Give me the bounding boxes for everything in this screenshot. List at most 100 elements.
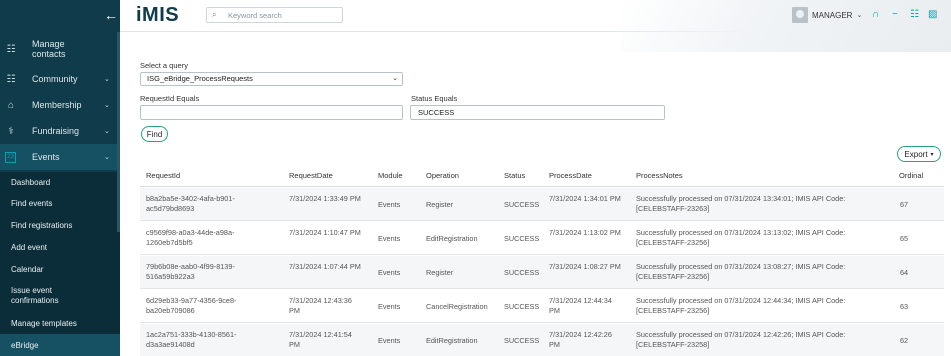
cell-status: SUCCESS xyxy=(504,234,540,243)
minus-icon[interactable]: − xyxy=(892,9,898,20)
main-content: Select a query ISG_eBridge_ProcessReques… xyxy=(120,32,951,356)
column-header[interactable]: Status xyxy=(504,171,525,180)
cell-request-id: 1ac2a751-333b-4130-8561-d3a3ae91408d xyxy=(146,330,237,349)
sidebar-item-label: Events xyxy=(32,152,60,162)
column-header[interactable]: RequestId xyxy=(146,171,180,180)
sidebar-item-manage-contacts[interactable]: ☷ Manage contacts xyxy=(0,32,120,66)
sidebar-item-label: Membership xyxy=(32,100,82,110)
cell-module: Events xyxy=(378,234,401,243)
sidebar-subitem-dashboard[interactable]: Dashboard xyxy=(0,172,120,192)
cell-request-id: 6d29eb33-9a77-4356-9ce8-ba20eb709086 xyxy=(146,296,237,315)
column-header[interactable]: RequestDate xyxy=(289,171,333,180)
column-header[interactable]: Module xyxy=(378,171,403,180)
sidebar-subitem-manage-templates[interactable]: Manage templates xyxy=(0,313,120,333)
sidebar-item-community[interactable]: ☷ Community ⌄ xyxy=(0,66,120,92)
request-id-input[interactable] xyxy=(140,105,403,120)
cell-process-notes: Successfully processed on 07/31/2024 13:… xyxy=(636,262,846,281)
chevron-down-icon: ⌄ xyxy=(104,128,110,135)
sidebar-item-fundraising[interactable]: ⚕ Fundraising ⌄ xyxy=(0,118,120,144)
sidebar-item-membership[interactable]: ⌂ Membership ⌄ xyxy=(0,92,120,118)
cell-request-date: 7/31/2024 1:10:47 PM xyxy=(289,228,361,237)
cell-process-notes: Successfully processed on 07/31/2024 12:… xyxy=(636,330,846,349)
cell-process-notes: Successfully processed on 07/31/2024 13:… xyxy=(636,194,846,213)
sidebar-subitem-add-event[interactable]: Add event xyxy=(0,236,120,258)
membership-icon: ⌂ xyxy=(7,99,15,111)
cart-icon[interactable]: ☷ xyxy=(910,9,919,20)
cell-process-date: 7/31/2024 12:44:34 PM xyxy=(549,296,612,315)
cell-process-date: 7/31/2024 1:34:01 PM xyxy=(549,194,621,203)
cell-module: Events xyxy=(378,302,401,311)
table-row[interactable]: b8a2ba5e-3402-4afa-b901-ac5d79bd8693 7/3… xyxy=(140,188,944,221)
table-row[interactable]: c9569f98-a0a3-44de-a98a-1260eb7d5bf5 7/3… xyxy=(140,222,944,255)
cell-status: SUCCESS xyxy=(504,336,540,345)
sidebar-subitem-issue-confirmations[interactable]: Issue event confirmations xyxy=(0,281,100,311)
sidebar-item-events[interactable]: 23 Events ⌄ xyxy=(0,144,120,170)
cell-request-id: c9569f98-a0a3-44de-a98a-1260eb7d5bf5 xyxy=(146,228,235,247)
table-row[interactable]: 6d29eb33-9a77-4356-9ce8-ba20eb709086 7/3… xyxy=(140,290,944,323)
sidebar: ← ☷ Manage contacts ☷ Community ⌄ ⌂ Memb… xyxy=(0,0,120,356)
export-label: Export xyxy=(904,149,928,159)
imis-logo[interactable]: iMIS xyxy=(136,4,179,27)
table-header-row: RequestId RequestDate Module Operation S… xyxy=(140,165,944,187)
chart-icon[interactable]: ▨ xyxy=(928,9,937,20)
find-button[interactable]: Find xyxy=(141,126,168,142)
status-select-value: SUCCESS xyxy=(418,108,455,117)
cell-request-id: b8a2ba5e-3402-4afa-b901-ac5d79bd8693 xyxy=(146,194,235,213)
cell-ordinal: 63 xyxy=(900,302,909,311)
cell-request-date: 7/31/2024 12:41:54 PM xyxy=(289,330,352,349)
cell-process-notes: Successfully processed on 07/31/2024 12:… xyxy=(636,296,846,315)
user-menu[interactable]: MANAGER ⌄ xyxy=(792,7,862,23)
column-header[interactable]: Ordinal xyxy=(899,171,923,180)
headset-icon[interactable]: ∩ xyxy=(872,9,879,20)
cell-ordinal: 64 xyxy=(900,268,909,277)
cell-process-date: 7/31/2024 1:08:27 PM xyxy=(549,262,621,271)
sidebar-subitem-find-events[interactable]: Find events xyxy=(0,192,120,214)
user-name: MANAGER xyxy=(812,10,853,20)
export-button[interactable]: Export ▾ xyxy=(897,146,941,162)
cell-process-date: 7/31/2024 1:13:02 PM xyxy=(549,228,621,237)
community-icon: ☷ xyxy=(6,73,16,85)
calendar-icon: 23 xyxy=(5,151,16,163)
cell-ordinal: 67 xyxy=(900,200,909,209)
cell-module: Events xyxy=(378,200,401,209)
status-label: Status Equals xyxy=(411,94,458,103)
query-select[interactable]: ISG_eBridge_ProcessRequests ⌄ xyxy=(140,72,403,86)
column-header[interactable]: ProcessDate xyxy=(549,171,592,180)
cell-request-date: 7/31/2024 1:07:44 PM xyxy=(289,262,361,271)
fundraising-icon: ⚕ xyxy=(8,125,14,137)
cell-status: SUCCESS xyxy=(504,268,540,277)
sidebar-subnav: Dashboard Find events Find registrations… xyxy=(0,172,120,356)
cell-request-date: 7/31/2024 12:43:36 PM xyxy=(289,296,352,315)
sidebar-item-label: Fundraising xyxy=(32,126,80,136)
cell-status: SUCCESS xyxy=(504,200,540,209)
cell-process-date: 7/31/2024 12:42:26 PM xyxy=(549,330,612,349)
cell-ordinal: 62 xyxy=(900,336,909,345)
chevron-down-icon: ⌄ xyxy=(104,154,110,161)
query-select-value: ISG_eBridge_ProcessRequests xyxy=(147,74,253,83)
search-input[interactable]: ⌕ Keyword search xyxy=(206,7,343,23)
sidebar-subitem-ebridge[interactable]: eBridge xyxy=(0,334,120,356)
avatar xyxy=(792,7,808,23)
cell-status: SUCCESS xyxy=(504,302,540,311)
sidebar-item-label: Manage contacts xyxy=(32,39,66,59)
contacts-icon: ☷ xyxy=(6,43,16,55)
request-id-label: RequestId Equals xyxy=(140,94,200,103)
caret-down-icon: ▾ xyxy=(930,151,934,158)
sidebar-top: ← xyxy=(0,0,120,32)
back-arrow-icon[interactable]: ← xyxy=(104,7,118,23)
table-row[interactable]: 1ac2a751-333b-4130-8561-d3a3ae91408d 7/3… xyxy=(140,324,944,356)
chevron-down-icon: ⌄ xyxy=(392,75,398,82)
cell-operation: CancelRegistration xyxy=(426,302,488,311)
cell-operation: EditRegistration xyxy=(426,336,478,345)
cell-module: Events xyxy=(378,268,401,277)
top-header: iMIS ⌕ Keyword search MANAGER ⌄ ∩ − ☷ ▨ xyxy=(120,0,951,52)
status-select[interactable]: SUCCESS xyxy=(410,105,665,120)
table-row[interactable]: 79b6b08e-aab0-4f99-8139-516a59b922a3 7/3… xyxy=(140,256,944,289)
sidebar-subitem-calendar[interactable]: Calendar xyxy=(0,258,120,280)
cell-process-notes: Successfully processed on 07/31/2024 13:… xyxy=(636,228,846,247)
cell-request-date: 7/31/2024 1:33:49 PM xyxy=(289,194,361,203)
sidebar-nav: ☷ Manage contacts ☷ Community ⌄ ⌂ Member… xyxy=(0,32,120,170)
column-header[interactable]: ProcessNotes xyxy=(636,171,683,180)
sidebar-subitem-find-registrations[interactable]: Find registrations xyxy=(0,214,120,236)
column-header[interactable]: Operation xyxy=(426,171,459,180)
